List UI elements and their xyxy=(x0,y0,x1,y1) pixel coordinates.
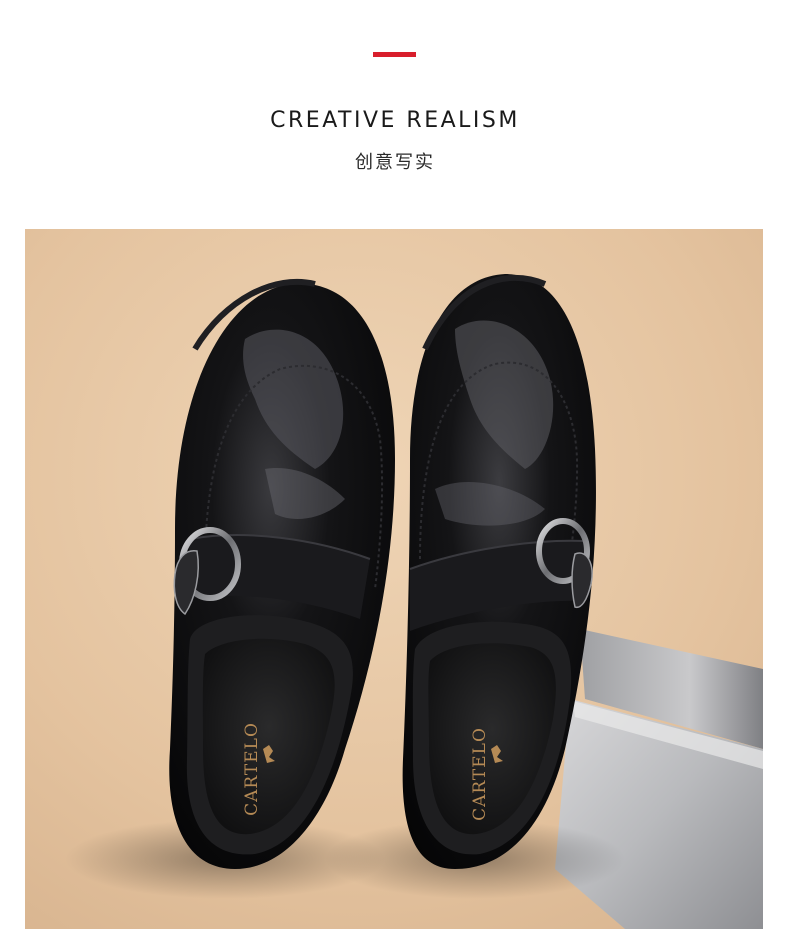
left-insole-brand: CARTELO xyxy=(242,722,262,816)
section-title: CREATIVE REALISM xyxy=(270,108,520,133)
section-subtitle: 创意写实 xyxy=(355,152,435,173)
accent-divider xyxy=(373,52,416,57)
right-insole-brand: CARTELO xyxy=(470,727,490,821)
product-photo: CARTELO CARTELO xyxy=(25,229,763,929)
